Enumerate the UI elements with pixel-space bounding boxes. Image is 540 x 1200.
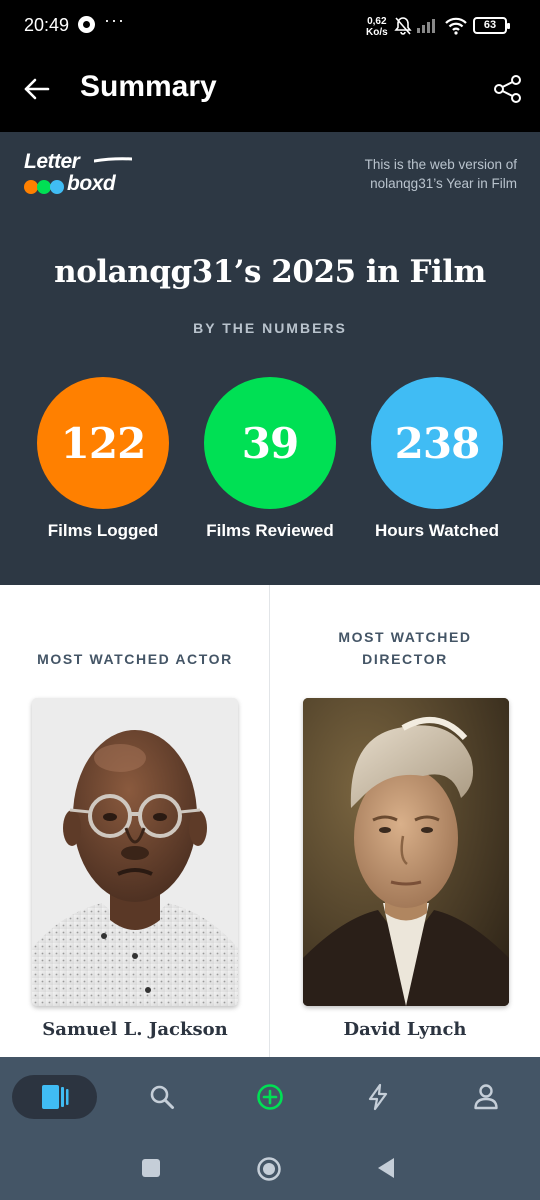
search-icon	[150, 1085, 174, 1109]
actor-name[interactable]: Samuel L. Jackson	[0, 1019, 270, 1040]
web-version-note[interactable]: This is the web version of nolanqg31’s Y…	[327, 155, 517, 193]
stat-hours-watched: 238 Hours Watched	[362, 377, 512, 541]
profile-icon	[474, 1084, 498, 1110]
logo-dot-blue	[50, 180, 64, 194]
stat-label-films-reviewed: Films Reviewed	[206, 521, 334, 540]
activity-icon	[368, 1083, 388, 1111]
most-watched-people: MOST WATCHED ACTOR Samuel L. Jackson MOS…	[0, 585, 540, 1057]
nav-profile[interactable]	[454, 1075, 518, 1119]
recents-icon[interactable]	[141, 1158, 161, 1178]
status-time: 20:49	[24, 15, 70, 35]
system-navigation-bar	[0, 1137, 540, 1200]
stat-label-hours-watched: Hours Watched	[374, 521, 500, 540]
nav-films[interactable]	[12, 1075, 97, 1119]
director-portrait-image	[303, 698, 509, 1006]
stat-circle-films-reviewed: 39	[204, 377, 336, 509]
year-in-film-header: Letter boxd This is the web version of n…	[0, 132, 540, 585]
actor-heading: MOST WATCHED ACTOR	[37, 651, 233, 667]
more-notifications-icon: ···	[104, 10, 125, 30]
wifi-icon	[445, 17, 467, 35]
stat-label-films-logged: Films Logged	[47, 521, 159, 540]
actor-photo[interactable]	[32, 698, 238, 1006]
letterboxd-logo: Letter boxd	[22, 150, 134, 210]
director-name[interactable]: David Lynch	[270, 1019, 540, 1040]
actor-portrait-image	[32, 698, 238, 1006]
director-heading-line2: DIRECTOR	[362, 651, 448, 667]
share-icon[interactable]	[493, 74, 523, 104]
director-photo[interactable]	[303, 698, 509, 1006]
app-bar: Summary	[0, 52, 540, 132]
stat-films-reviewed: 39 Films Reviewed	[195, 377, 345, 541]
add-icon	[257, 1084, 283, 1110]
page-title: Summary	[80, 70, 217, 103]
battery-indicator: 63	[473, 17, 510, 34]
back-icon[interactable]	[376, 1157, 396, 1179]
network-speed: 0,62 Ko/s	[366, 16, 388, 38]
back-arrow-icon[interactable]	[22, 74, 52, 104]
logo-dot-green	[37, 180, 51, 194]
home-icon[interactable]	[256, 1156, 282, 1182]
stat-circle-hours-watched: 238	[371, 377, 503, 509]
director-heading: MOST WATCHED DIRECTOR	[270, 626, 540, 670]
logo-dot-orange	[24, 180, 38, 194]
nav-add[interactable]	[238, 1075, 302, 1119]
football-icon	[78, 16, 95, 33]
logo-word-top: Letter	[24, 150, 80, 173]
status-bar: 20:49 ··· 0,62 Ko/s 63	[0, 0, 540, 52]
films-icon	[41, 1085, 68, 1109]
mute-bell-icon	[394, 17, 412, 35]
network-speed-value: 0,62	[367, 16, 387, 27]
section-subtitle: BY THE NUMBERS	[193, 320, 347, 336]
logo-stroke-icon	[94, 157, 132, 163]
logo-word-bottom: boxd	[67, 172, 116, 195]
nav-activity[interactable]	[346, 1075, 410, 1119]
stat-circle-films-logged: 122	[37, 377, 169, 509]
director-heading-line1: MOST WATCHED	[338, 629, 472, 645]
stat-films-logged: 122 Films Logged	[28, 377, 178, 541]
year-title: nolanqg31’s 2025 in Film	[54, 254, 486, 290]
network-speed-unit: Ko/s	[366, 27, 388, 38]
signal-icon	[417, 19, 435, 33]
bottom-navigation	[0, 1057, 540, 1137]
nav-search[interactable]	[130, 1075, 194, 1119]
